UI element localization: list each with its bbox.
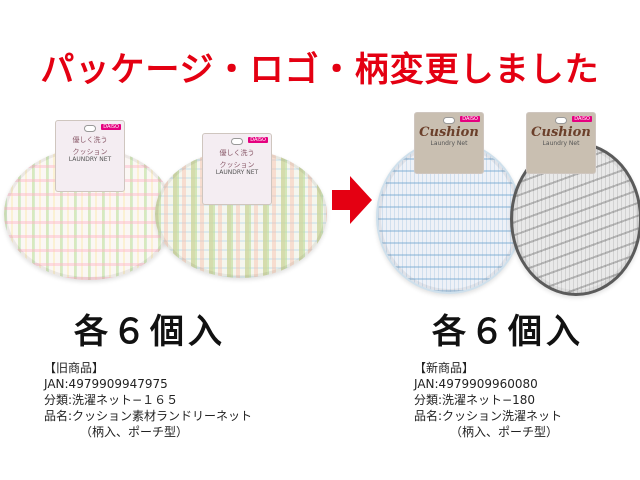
right-arrow-icon — [332, 176, 372, 224]
new-count-label: 各６個入 — [432, 312, 584, 352]
brand-logo: DAISO — [248, 137, 268, 143]
new-package-card: DAISO Cushion Laundry Net — [526, 112, 596, 174]
hang-hole-icon — [84, 125, 96, 132]
old-info-name-sub: （柄入、ポーチ型） — [80, 425, 189, 439]
old-info-name: 品名:クッション素材ランドリーネット — [44, 409, 253, 423]
new-info-category: 分類:洗濯ネット−180 — [414, 393, 536, 407]
old-card-title-line1: 優しく洗う — [219, 149, 255, 157]
new-product-info: 【新商品】 JAN:4979909960080 分類:洗濯ネット−180 品名:… — [414, 360, 562, 440]
old-info-label: 【旧商品】 — [44, 361, 105, 375]
new-info-name-sub: （柄入、ポーチ型） — [450, 425, 559, 439]
hang-hole-icon — [555, 117, 567, 124]
hang-hole-icon — [443, 117, 455, 124]
old-product-info: 【旧商品】 JAN:4979909947975 分類:洗濯ネット−１６５ 品名:… — [44, 360, 252, 440]
brand-logo: DAISO — [101, 124, 121, 130]
brand-logo: DAISO — [572, 116, 592, 122]
headline: パッケージ・ロゴ・柄変更しました — [40, 50, 600, 90]
old-card-title-line2: クッション — [72, 148, 108, 156]
old-package-card: DAISO 優しく洗う クッション LAUNDRY NET — [202, 133, 272, 205]
new-card-subtitle: Laundry Net — [542, 140, 580, 147]
hang-hole-icon — [231, 138, 243, 145]
new-card-subtitle: Laundry Net — [430, 140, 468, 147]
new-card-title: Cushion — [531, 125, 591, 140]
old-card-title-line2: クッション — [219, 161, 255, 169]
new-info-jan: JAN:4979909960080 — [414, 377, 538, 391]
new-info-name: 品名:クッション洗濯ネット — [414, 409, 563, 423]
new-package-card: DAISO Cushion Laundry Net — [414, 112, 484, 174]
brand-logo: DAISO — [460, 116, 480, 122]
old-card-title-line1: 優しく洗う — [72, 136, 108, 144]
old-info-jan: JAN:4979909947975 — [44, 377, 168, 391]
old-card-subtitle: LAUNDRY NET — [68, 156, 112, 163]
old-package-card: DAISO 優しく洗う クッション LAUNDRY NET — [55, 120, 125, 192]
old-count-label: 各６個入 — [74, 312, 226, 352]
old-info-category: 分類:洗濯ネット−１６５ — [44, 393, 179, 407]
new-info-label: 【新商品】 — [414, 361, 475, 375]
old-card-subtitle: LAUNDRY NET — [215, 169, 259, 176]
new-card-title: Cushion — [419, 125, 479, 140]
